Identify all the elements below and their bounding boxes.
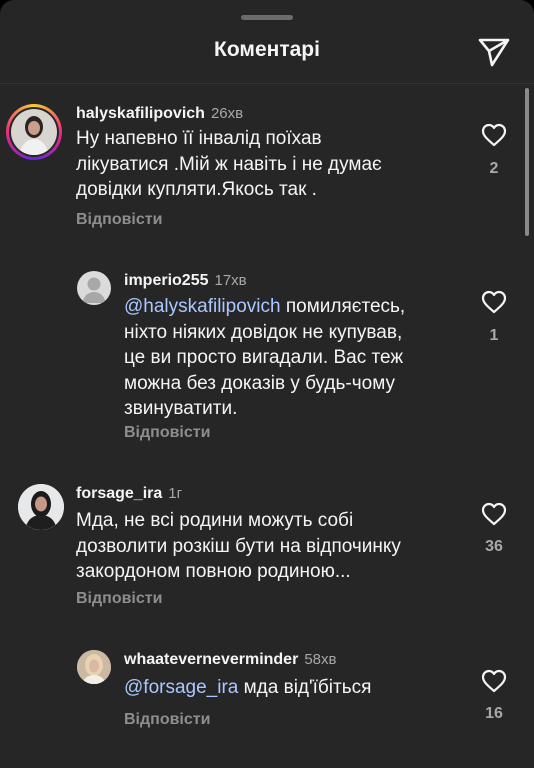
comment-text: @halyskafilipovich помиляєтесь, ніхто ні…: [124, 296, 406, 419]
comment-username[interactable]: whaateverneverminder: [124, 651, 298, 668]
heart-outline-icon[interactable]: [481, 669, 507, 693]
comment-username[interactable]: imperio255: [124, 272, 208, 289]
heart-outline-icon[interactable]: [481, 123, 507, 147]
mention-link[interactable]: @halyskafilipovich: [124, 296, 281, 317]
heart-outline-icon[interactable]: [481, 502, 507, 526]
comment-time: 58хв: [304, 651, 337, 668]
header-divider: [0, 83, 534, 84]
avatar[interactable]: [18, 484, 64, 530]
send-icon[interactable]: [477, 37, 511, 67]
reply-button[interactable]: Відповісти: [76, 211, 162, 229]
comment-text: Мда, не всі родини можуть собі дозволити…: [76, 510, 401, 582]
avatar[interactable]: [6, 104, 62, 160]
like-count: 1: [489, 327, 499, 344]
heart-outline-icon[interactable]: [481, 290, 507, 314]
avatar[interactable]: [77, 271, 111, 305]
like-count: 16: [485, 705, 503, 722]
like-count: 2: [489, 160, 499, 177]
comment-text: Ну напевно її інвалід поїхав лікуватися …: [76, 128, 382, 200]
comments-sheet: Коментарі halyskafilipovich 26хв Ну напев…: [0, 0, 534, 768]
page-title: Коментарі: [214, 38, 320, 61]
mention-link[interactable]: @forsage_ira: [124, 677, 238, 698]
scrollbar[interactable]: [525, 88, 529, 236]
comment-text: @forsage_ira мда від'їбіться: [124, 677, 372, 698]
like-count: 36: [485, 538, 503, 555]
comment-username[interactable]: forsage_ira: [76, 485, 162, 502]
comment-time: 26хв: [210, 105, 244, 122]
comment-time: 1г: [168, 485, 183, 502]
reply-button[interactable]: Відповісти: [124, 711, 210, 729]
comment-time: 17хв: [214, 272, 247, 289]
reply-button[interactable]: Відповісти: [76, 590, 162, 608]
sheet-grabber[interactable]: [241, 15, 293, 20]
avatar[interactable]: [77, 650, 111, 684]
comment-username[interactable]: halyskafilipovich: [76, 105, 205, 122]
reply-button[interactable]: Відповісти: [124, 424, 210, 442]
default-avatar-icon: [82, 277, 106, 303]
